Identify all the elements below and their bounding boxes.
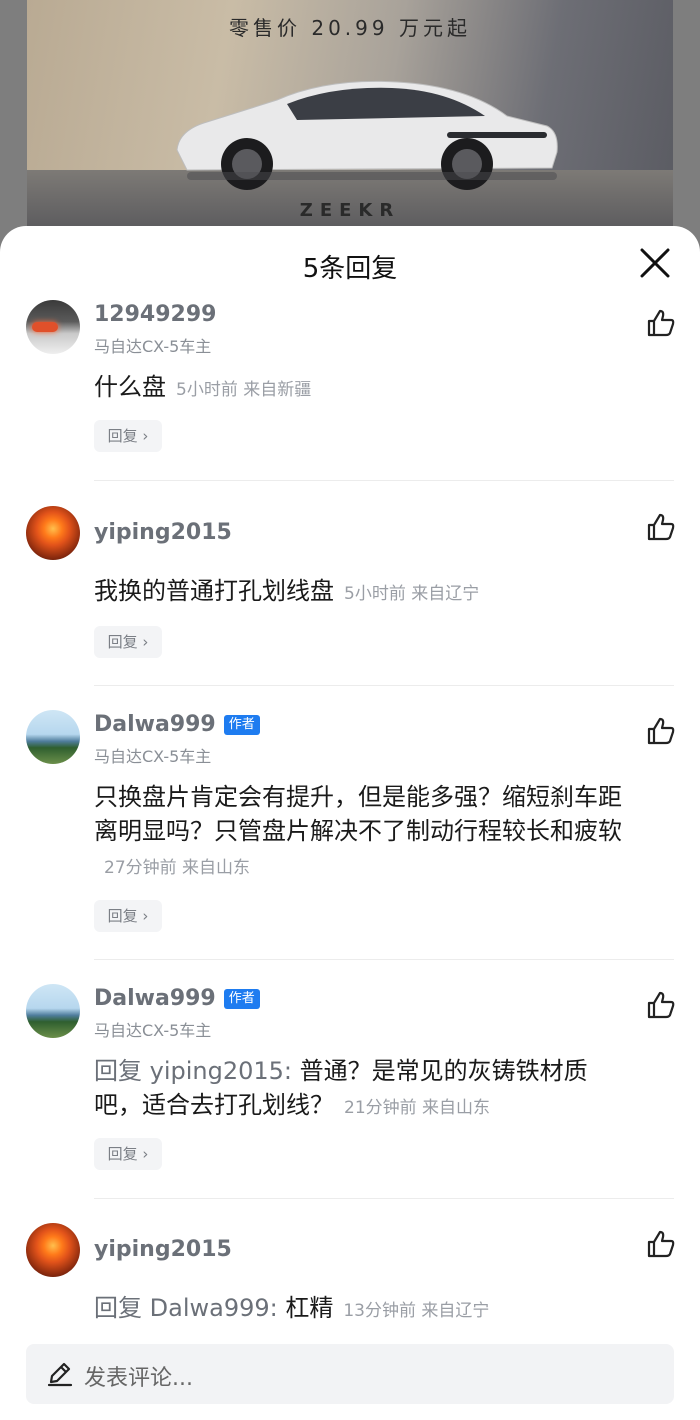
username[interactable]: Dalwa999 作者 — [94, 712, 260, 737]
comment-body: 回复 yiping2015: 普通？是常见的灰铸铁材质吧，适合去打孔划线？ 21分… — [94, 1054, 624, 1125]
ad-price: 零售价 20.99 万元起 — [229, 16, 471, 40]
sheet-title: 5条回复 — [302, 254, 398, 284]
avatar[interactable] — [26, 506, 80, 560]
comment-text: 什么盘 — [94, 373, 166, 401]
compose-placeholder: 发表评论... — [84, 1366, 193, 1391]
divider — [94, 959, 674, 960]
thumbs-up-icon[interactable] — [646, 990, 676, 1020]
reply-target[interactable]: 回复 Dalwa999: — [94, 1294, 278, 1322]
compose-comment-input[interactable]: 发表评论... — [26, 1344, 674, 1404]
thumbs-up-icon[interactable] — [646, 1229, 676, 1259]
divider — [94, 685, 674, 686]
reply-label: 回复 — [107, 427, 138, 445]
reply-label: 回复 — [107, 1145, 138, 1163]
replies-sheet: 5条回复 12949299 马自达CX-5车主 什么盘 5小时前 来自新疆 回复 … — [0, 226, 700, 1420]
username[interactable]: yiping2015 — [94, 1237, 232, 1262]
reply-button[interactable]: 回复 › — [94, 626, 162, 658]
user-subtitle: 马自达CX-5车主 — [94, 1021, 212, 1040]
comment-meta: 13分钟前 来自辽宁 — [343, 1301, 490, 1321]
author-badge: 作者 — [223, 715, 260, 735]
divider — [94, 1198, 674, 1199]
car-image — [176, 80, 558, 190]
divider — [94, 480, 674, 481]
username-text: Dalwa999 — [94, 712, 216, 737]
comment-body: 回复 Dalwa999: 杠精 13分钟前 来自辽宁 — [94, 1291, 624, 1328]
username[interactable]: 12949299 — [94, 302, 216, 327]
comment-meta: 27分钟前 来自山东 — [104, 858, 251, 878]
avatar[interactable] — [26, 300, 80, 354]
comment-body: 什么盘 5小时前 来自新疆 — [94, 370, 624, 407]
comment-text: 杠精 — [285, 1294, 334, 1322]
reply-button[interactable]: 回复 › — [94, 420, 162, 452]
comment-text: 我换的普通打孔划线盘 — [94, 577, 334, 605]
reply-button[interactable]: 回复 › — [94, 1138, 162, 1170]
reply-label: 回复 — [107, 633, 138, 651]
reply-button[interactable]: 回复 › — [94, 900, 162, 932]
comment-body: 只换盘片肯定会有提升，但是能多强？缩短刹车距离明显吗？只管盘片解决不了制动行程较… — [94, 780, 624, 885]
car-ad-banner[interactable]: 零售价 20.99 万元起 ZEEKR — [27, 0, 673, 240]
thumbs-up-icon[interactable] — [646, 308, 676, 338]
thumbs-up-icon[interactable] — [646, 512, 676, 542]
comment-meta: 5小时前 来自新疆 — [176, 380, 312, 400]
username[interactable]: Dalwa999 作者 — [94, 986, 260, 1011]
comment-text: 只换盘片肯定会有提升，但是能多强？缩短刹车距离明显吗？只管盘片解决不了制动行程较… — [94, 783, 622, 845]
avatar[interactable] — [26, 710, 80, 764]
reply-label: 回复 — [107, 907, 138, 925]
author-badge: 作者 — [223, 989, 260, 1009]
thumbs-up-icon[interactable] — [646, 716, 676, 746]
username[interactable]: yiping2015 — [94, 520, 232, 545]
ad-brand: ZEEKR — [299, 200, 401, 221]
pencil-icon — [47, 1362, 73, 1387]
backdrop: 零售价 20.99 万元起 ZEEKR — [0, 0, 700, 260]
avatar[interactable] — [26, 1223, 80, 1277]
close-icon[interactable] — [638, 246, 672, 280]
user-subtitle: 马自达CX-5车主 — [94, 747, 212, 766]
comment-meta: 5小时前 来自辽宁 — [344, 584, 480, 604]
comment-meta: 21分钟前 来自山东 — [344, 1098, 491, 1118]
user-subtitle: 马自达CX-5车主 — [94, 337, 212, 356]
comment-body: 我换的普通打孔划线盘 5小时前 来自辽宁 — [94, 574, 624, 611]
avatar[interactable] — [26, 984, 80, 1038]
username-text: Dalwa999 — [94, 986, 216, 1011]
reply-target[interactable]: 回复 yiping2015: — [94, 1057, 292, 1085]
